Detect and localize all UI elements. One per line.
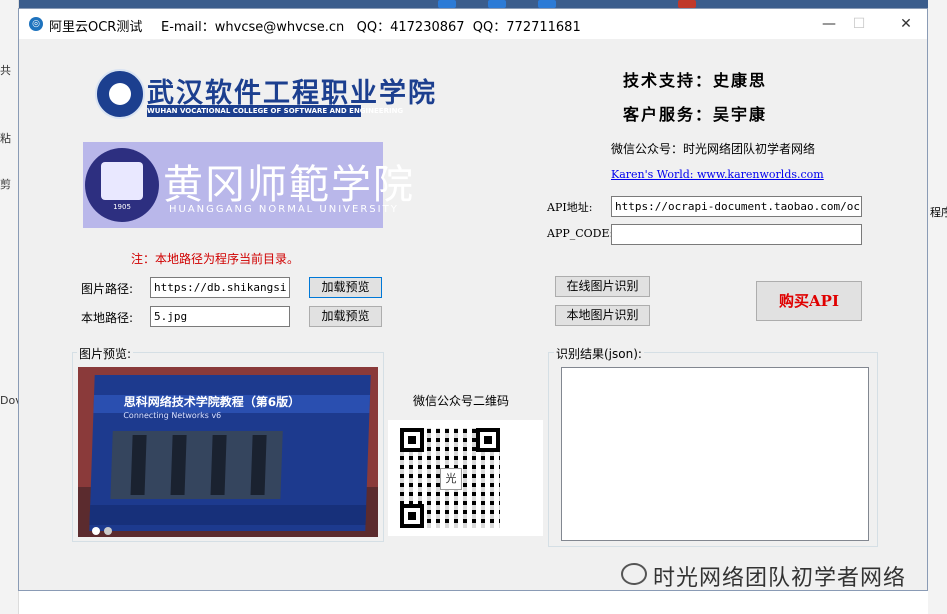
book-subtitle: Connecting Networks v6 [123, 411, 222, 420]
app-icon [488, 0, 506, 8]
desktop-taskbar-strip [18, 0, 928, 8]
whvcse-name-en: WUHAN VOCATIONAL COLLEGE OF SOFTWARE AND… [147, 105, 404, 117]
hgnu-logo: 1905 黄冈师範学院 HUANGGANG NORMAL UNIVERSITY [83, 142, 413, 228]
seal-year: 1905 [113, 203, 131, 211]
preview-image: 思科网络技术学院教程（第6版） Connecting Networks v6 [78, 367, 378, 537]
app-icon [438, 0, 456, 8]
school-seal-icon [95, 69, 145, 119]
close-button[interactable]: ✕ [891, 13, 921, 35]
background-window-left: 共 粘 剪 Dov [0, 0, 22, 614]
app-code-input[interactable] [611, 224, 862, 245]
watermark-text: 时光网络团队初学者网络 [653, 566, 907, 591]
preview-legend: 图片预览: [77, 345, 134, 362]
result-textbox[interactable] [561, 367, 869, 541]
ocr-test-window: ◎ 阿里云OCR测试 E-mail：whvcse@whvcse.cn QQ：41… [18, 8, 928, 591]
bg-text: 粘 [0, 132, 11, 145]
wechat-account-label: 微信公众号：时光网络团队初学者网络 [611, 142, 816, 156]
hgnu-name-en: HUANGGANG NORMAL UNIVERSITY [169, 204, 399, 215]
qr-center-logo: 光 [440, 468, 462, 490]
wechat-icon [621, 563, 647, 585]
image-path-label: 图片路径: [81, 282, 134, 296]
app-icon: ◎ [29, 17, 43, 31]
book-cover: 思科网络技术学院教程（第6版） Connecting Networks v6 [89, 375, 371, 531]
background-window-right: 程序 [928, 0, 947, 614]
local-path-note: 注：本地路径为程序当前目录。 [131, 252, 300, 266]
api-url-label: API地址: [547, 201, 593, 214]
school-seal-icon: 1905 [85, 148, 159, 222]
wechat-qr-code: 光 [388, 420, 543, 536]
app-icon [678, 0, 696, 8]
local-ocr-button[interactable]: 本地图片识别 [555, 305, 650, 326]
api-url-input[interactable]: https://ocrapi-document.taobao.com/ocrse… [611, 196, 862, 217]
buy-api-button[interactable]: 购买API [756, 281, 862, 321]
bg-text: 程序 [930, 206, 947, 219]
load-preview-url-button[interactable]: 加载预览 [309, 277, 382, 298]
online-ocr-button[interactable]: 在线图片识别 [555, 276, 650, 297]
image-path-input[interactable]: https://db.shikangsi.c [150, 277, 290, 298]
qr-caption: 微信公众号二维码 [413, 394, 510, 408]
bg-text: 共 [0, 64, 11, 77]
minimize-button[interactable]: — [814, 13, 844, 35]
book-title: 思科网络技术学院教程（第6版） [123, 395, 301, 409]
tech-support-label: 技术支持：史康思 [623, 71, 768, 90]
website-link[interactable]: Karen's World: www.karenworlds.com [611, 168, 824, 181]
hgnu-name-cn: 黄冈师範学院 [163, 162, 415, 208]
app-code-label: APP_CODE: [547, 227, 614, 240]
load-preview-local-button[interactable]: 加载预览 [309, 306, 382, 327]
window-title: 阿里云OCR测试 [49, 20, 143, 35]
maximize-button: ☐ [852, 16, 866, 32]
result-legend: 识别结果(json): [554, 345, 644, 362]
title-bar[interactable]: ◎ 阿里云OCR测试 E-mail：whvcse@whvcse.cn QQ：41… [19, 9, 927, 39]
customer-service-label: 客户服务：吴宇康 [623, 105, 768, 124]
local-path-label: 本地路径: [81, 311, 134, 325]
contact-info: E-mail：whvcse@whvcse.cn QQ：417230867 QQ：… [161, 20, 581, 35]
whvcse-logo: 武汉软件工程职业学院 WUHAN VOCATIONAL COLLEGE OF S… [95, 67, 435, 123]
bg-text: 剪 [0, 178, 11, 191]
app-icon [538, 0, 556, 8]
local-path-input[interactable]: 5.jpg [150, 306, 290, 327]
qr-code-icon: 光 [400, 428, 500, 528]
